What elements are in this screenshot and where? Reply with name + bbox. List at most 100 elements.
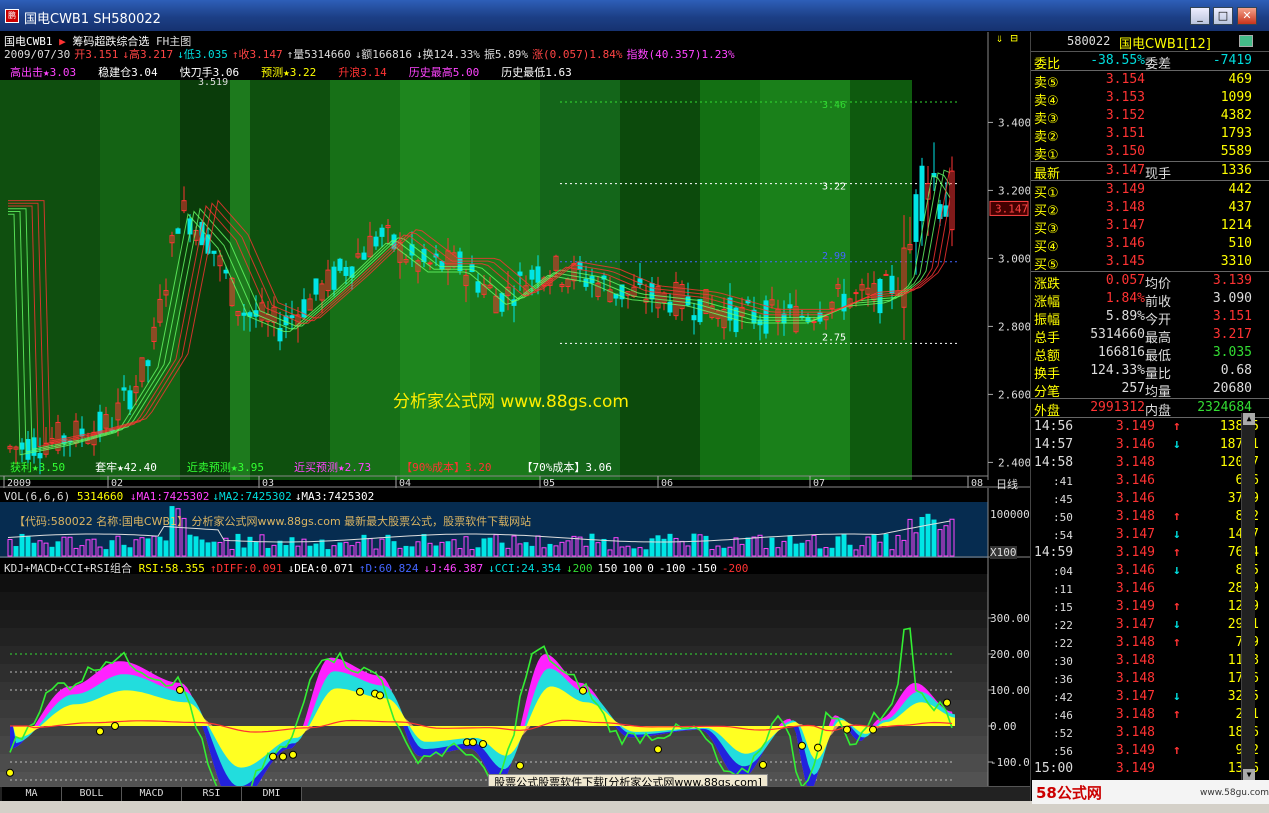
indicator-tick-label: 200.00 xyxy=(990,648,1030,661)
volume-bar xyxy=(283,545,289,557)
ask-volume: 1793 xyxy=(1220,126,1252,141)
stat-value: 166816 xyxy=(1098,345,1145,360)
diff-value: -7419 xyxy=(1212,53,1252,68)
signal-dot xyxy=(843,725,851,734)
ind-value-4: ↓J:46.387 xyxy=(423,562,484,575)
indicator-bg-band xyxy=(0,628,988,646)
tick-scrollbar[interactable]: ▲ ▼ xyxy=(1241,413,1255,783)
logo-text: 58公式网 xyxy=(1036,784,1102,802)
stat-value2: 3.035 xyxy=(1212,345,1252,360)
volume-bar xyxy=(19,533,25,557)
tick-time: :50 xyxy=(1053,511,1073,524)
candle-body xyxy=(175,228,181,234)
tick-time: :52 xyxy=(1053,727,1073,740)
price-tick-label: 2.400 xyxy=(998,456,1030,469)
volume-bar xyxy=(529,545,535,557)
bid-volume: 437 xyxy=(1228,200,1252,215)
tick-price: 3.149 xyxy=(1115,761,1155,776)
tick-price: 3.146 xyxy=(1115,491,1155,506)
tick-time: 15:00 xyxy=(1034,761,1074,776)
indicator-bg-band xyxy=(0,646,988,664)
volume-bar xyxy=(643,549,649,557)
tick-price: 3.149 xyxy=(1115,419,1155,434)
volume-bar xyxy=(835,536,841,557)
quote-item-3: ↓低3.035 xyxy=(177,48,228,61)
tab-boll[interactable]: BOLL xyxy=(62,787,122,801)
bid-volume: 1214 xyxy=(1220,218,1252,233)
candle-body xyxy=(343,266,349,276)
stat-row: 分笔 257 均量 20680 xyxy=(1031,380,1269,400)
volume-bar xyxy=(883,533,889,557)
tick-price: 3.148 xyxy=(1115,455,1155,470)
tick-time: 14:57 xyxy=(1034,437,1074,452)
volume-bar xyxy=(307,545,313,557)
tick-price: 3.148 xyxy=(1115,509,1155,524)
level-label: 2.75 xyxy=(822,332,846,343)
indicator-chart[interactable]: 300.00200.00100.000.00-100.00-200.00 xyxy=(0,558,1030,800)
signal-top-5: 历史最高5.00 xyxy=(408,66,480,79)
last-volume: 1336 xyxy=(1220,163,1252,178)
volume-bar xyxy=(31,542,37,557)
volume-bar xyxy=(745,537,751,557)
tick-price: 3.146 xyxy=(1115,473,1155,488)
tab-ma[interactable]: MA xyxy=(2,787,62,801)
price-tick-label: 2.600 xyxy=(998,388,1030,401)
scroll-up-icon[interactable]: ▲ xyxy=(1243,413,1255,425)
volume-bar xyxy=(487,537,493,557)
quote-item-2: ↓高3.217 xyxy=(122,48,174,61)
volume-bar xyxy=(547,543,553,557)
tick-time: :36 xyxy=(1053,673,1073,686)
candle-body xyxy=(913,194,919,242)
ind-value-7: 150 xyxy=(597,562,618,575)
volume-bar xyxy=(787,535,793,557)
tick-time: :41 xyxy=(1053,475,1073,488)
tick-price: 3.149 xyxy=(1115,545,1155,560)
tab-macd[interactable]: MACD xyxy=(122,787,182,801)
ind-value-0: RSI:58.355 xyxy=(138,562,205,575)
tab-dmi[interactable]: DMI xyxy=(242,787,302,801)
current-price-label: 3.147 xyxy=(995,202,1028,215)
bid-row: 买⑤ 3.145 3310 xyxy=(1031,253,1269,273)
indicator-title: KDJ+MACD+CCI+RSI组合 RSI:58.355 ↑DIFF:0.091… xyxy=(4,562,749,575)
stat-value: 0.057 xyxy=(1105,273,1145,288)
tick-arrow-icon: ↑ xyxy=(1173,743,1181,758)
tick-row: :423.147↓3225 xyxy=(1031,688,1263,706)
volume-bar xyxy=(49,546,55,557)
stat-value: 5314660 xyxy=(1090,327,1145,342)
candle-body xyxy=(427,262,433,265)
volume-bar xyxy=(475,547,481,557)
period-label[interactable]: 日线 xyxy=(996,476,1018,492)
tab-rsi[interactable]: RSI xyxy=(182,787,242,801)
candle-body xyxy=(811,321,817,324)
close-button[interactable]: ✕ xyxy=(1237,7,1257,25)
stat-value: 124.33% xyxy=(1090,363,1145,378)
price-tick-label: 3.200 xyxy=(998,184,1030,197)
maximize-button[interactable]: □ xyxy=(1213,7,1233,25)
tick-price: 3.146 xyxy=(1115,437,1155,452)
quote-line: 2009/07/30 开3.151 ↓高3.217 ↓低3.035 ↑收3.147 ↑量5… xyxy=(4,46,739,62)
bid-price: 3.146 xyxy=(1105,236,1145,251)
signal-bottom-2: 近卖预测★3.95 xyxy=(186,461,264,474)
app-window: 鹏 国电CWB1 SH580022 _ □ ✕ 3.400 3.200 3.000 2… xyxy=(0,0,1269,813)
price-chart[interactable]: 3.400 3.200 3.000 2.800 2.600 2.400 3.147 3.46 3… xyxy=(0,32,1030,488)
signal-dot xyxy=(111,722,119,730)
volume-bar xyxy=(265,547,271,557)
volume-bar xyxy=(667,533,673,557)
volume-bar xyxy=(193,536,199,557)
ask-row: 卖② 3.151 1793 xyxy=(1031,125,1269,145)
tick-time: :22 xyxy=(1053,637,1073,650)
minimize-button[interactable]: _ xyxy=(1190,7,1210,25)
quote-item-10: 指数(40.357)1.23% xyxy=(626,48,735,61)
vol-ma-1: ↓MA2:7425302 xyxy=(212,490,292,503)
ind-value-11: -150 xyxy=(690,562,717,575)
tick-price: 3.146 xyxy=(1115,581,1155,596)
volume-bar xyxy=(925,513,931,557)
stock-code: 580022 xyxy=(1067,34,1111,48)
candle-body xyxy=(919,165,925,222)
tick-price: 3.148 xyxy=(1115,725,1155,740)
pin-icon[interactable]: ⇓ ⊟ xyxy=(996,31,1018,45)
volume-bar xyxy=(481,538,487,557)
chart-area[interactable]: 3.400 3.200 3.000 2.800 2.600 2.400 3.147 3.46 3… xyxy=(0,31,1030,800)
f10-icon[interactable] xyxy=(1239,35,1253,47)
signal-dot xyxy=(869,725,877,734)
